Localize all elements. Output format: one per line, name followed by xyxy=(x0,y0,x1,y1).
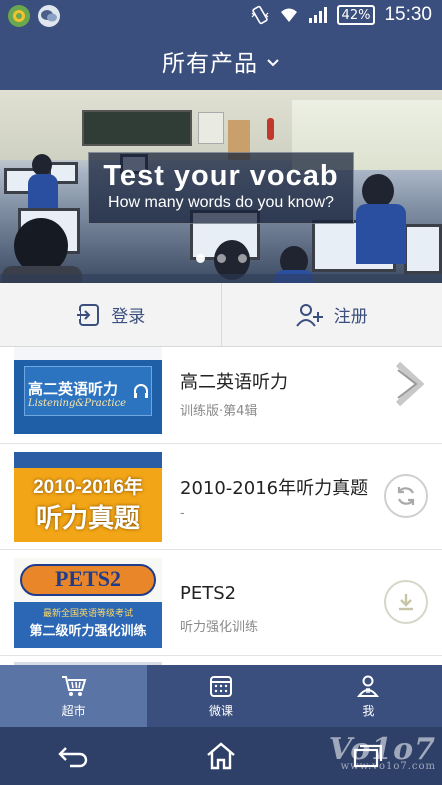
watermark-url: www.vo1o7.com xyxy=(340,761,436,772)
list-item[interactable]: PETS2 最新全国英语等级考试 第二级听力强化训练 PETS2 听力强化训练 xyxy=(0,550,442,656)
user-icon xyxy=(357,675,380,697)
tab-label: 超市 xyxy=(61,703,86,718)
home-icon xyxy=(207,742,235,770)
battery-level: 42% xyxy=(341,7,371,23)
banner-subtitle: How many words do you know? xyxy=(108,194,334,211)
wechat-icon xyxy=(38,5,60,27)
site-watermark: Vo1o7 www.vo1o7.com xyxy=(329,732,436,772)
banner-photo-poster xyxy=(198,112,224,144)
banner-photo-student xyxy=(362,174,394,208)
banner-photo-monitor xyxy=(404,224,442,274)
banner-title: Test your vocab xyxy=(103,160,339,192)
tab-me[interactable]: 我 xyxy=(295,665,442,727)
page-dot[interactable] xyxy=(195,254,205,263)
refresh-icon xyxy=(397,487,415,505)
back-button[interactable] xyxy=(44,734,104,778)
app-root: 42% 15:30 所有产品 Test your vocab How many … xyxy=(0,0,442,785)
chevron-down-icon xyxy=(267,59,279,67)
banner-photo-extinguisher xyxy=(267,118,274,140)
notification-icons xyxy=(8,5,60,27)
auth-bar: 登录 注册 xyxy=(0,283,442,347)
battery-indicator: 42% xyxy=(336,5,376,25)
wifi-icon xyxy=(280,8,297,22)
product-subtitle: 听力强化训练 xyxy=(180,620,259,635)
status-bar: 42% 15:30 xyxy=(0,0,442,32)
tab-microcourse[interactable]: 微课 xyxy=(147,665,294,727)
cover-title: PETS2 xyxy=(54,566,122,591)
page-title: 所有产品 xyxy=(162,51,258,77)
cover-subtitle: 最新全国英语等级考试 xyxy=(42,609,133,619)
clock: 15:30 xyxy=(384,4,432,25)
tab-bar: 超市 微课 我 xyxy=(0,665,442,727)
login-label: 登录 xyxy=(111,307,146,327)
cover-subtitle: Listening&Practice xyxy=(28,398,127,409)
signal-icon xyxy=(308,7,327,23)
product-subtitle: - xyxy=(180,506,185,521)
headphones-icon xyxy=(134,384,148,398)
back-icon xyxy=(57,747,87,768)
banner-photo-student xyxy=(28,174,58,208)
cover-title: 2010-2016年 xyxy=(33,477,143,498)
banner-caption: Test your vocab How many words do you kn… xyxy=(88,152,354,224)
chevron-right-icon xyxy=(395,361,425,407)
add-user-icon xyxy=(295,303,323,327)
product-cover: 高二英语听力 Listening&Practice xyxy=(14,347,162,434)
download-button[interactable] xyxy=(384,580,428,624)
list-item[interactable]: 高二英语听力 Listening&Practice 高二英语听力 训练版·第4辑 xyxy=(0,347,442,444)
product-title: PETS2 xyxy=(180,583,237,604)
register-button[interactable]: 注册 xyxy=(222,283,442,346)
update-button[interactable] xyxy=(384,474,428,518)
category-selector[interactable]: 所有产品 xyxy=(0,32,442,90)
banner-photo-blackboard xyxy=(82,110,192,146)
cover-title: 高二英语听力 xyxy=(28,380,119,398)
login-icon xyxy=(75,303,100,326)
product-list[interactable]: 高二英语听力 Listening&Practice 高二英语听力 训练版·第4辑… xyxy=(0,347,442,665)
register-label: 注册 xyxy=(333,307,368,327)
list-item[interactable]: 2010-2016年 听力真题 2010-2016年听力真题 - xyxy=(0,444,442,550)
vibrate-icon xyxy=(251,5,268,25)
cover-subtitle: 听力真题 xyxy=(35,504,140,534)
banner-photo-desk xyxy=(0,274,442,283)
download-icon xyxy=(399,594,413,611)
tab-market[interactable]: 超市 xyxy=(0,665,148,727)
promo-banner[interactable]: Test your vocab How many words do you kn… xyxy=(0,90,442,283)
product-subtitle: 训练版·第4辑 xyxy=(180,404,258,419)
tab-label: 我 xyxy=(362,703,375,718)
product-title: 高二英语听力 xyxy=(180,372,288,393)
list-item[interactable] xyxy=(0,656,442,665)
page-dot[interactable] xyxy=(237,254,247,263)
status-right: 42% 15:30 xyxy=(250,4,432,26)
calendar-grid-icon xyxy=(209,675,232,697)
login-button[interactable]: 登录 xyxy=(0,283,221,346)
open-product-button[interactable] xyxy=(388,361,432,407)
cart-icon xyxy=(61,675,87,696)
product-cover: PETS2 最新全国英语等级考试 第二级听力强化训练 xyxy=(14,558,162,648)
cover-subtitle: 第二级听力强化训练 xyxy=(29,624,147,639)
app-notification-icon xyxy=(8,5,30,27)
banner-photo-student xyxy=(32,154,52,176)
product-title: 2010-2016年听力真题 xyxy=(180,478,369,499)
tab-label: 微课 xyxy=(208,703,233,718)
home-button[interactable] xyxy=(191,734,251,778)
product-cover: 2010-2016年 听力真题 xyxy=(14,452,162,542)
page-dot[interactable] xyxy=(216,254,226,263)
banner-page-indicator xyxy=(0,254,442,263)
